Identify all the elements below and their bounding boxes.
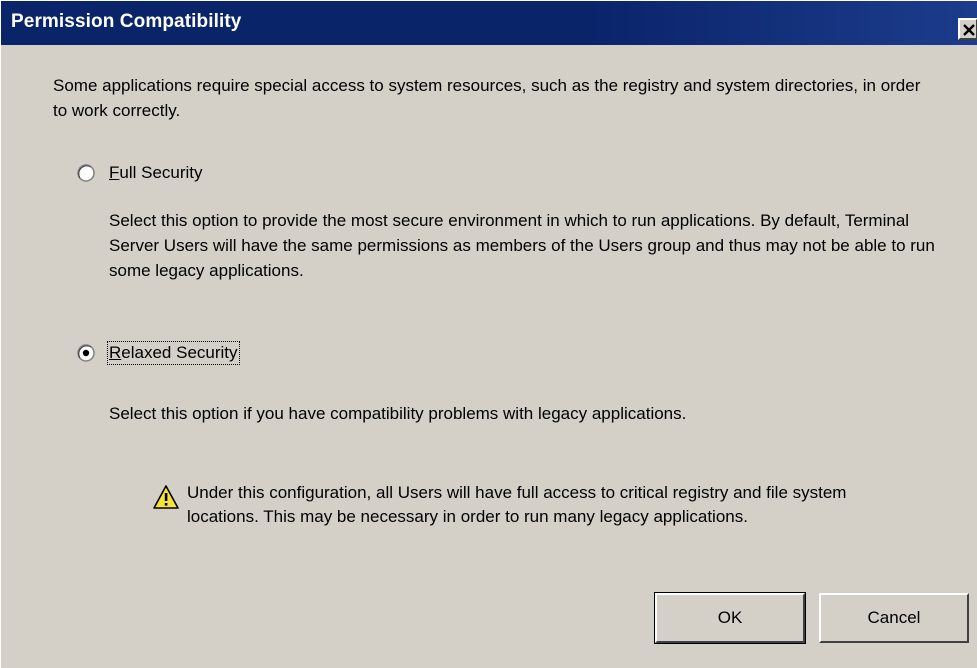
intro-text: Some applications require special access… <box>53 76 921 120</box>
relaxed-security-description: Select this option if you have compatibi… <box>109 404 687 423</box>
relaxed-security-radio[interactable] <box>77 344 95 362</box>
warning-text: Under this configuration, all Users will… <box>187 483 847 526</box>
full-security-option[interactable]: Full Security <box>77 163 203 183</box>
close-button[interactable] <box>958 18 977 40</box>
full-security-description: Select this option to provide the most s… <box>109 211 935 280</box>
ok-button[interactable]: OK <box>654 592 806 644</box>
dialog-title: Permission Compatibility <box>11 11 242 32</box>
title-bar[interactable]: Permission Compatibility <box>1 1 977 45</box>
permission-compatibility-dialog: Permission Compatibility Some applicatio… <box>0 0 977 668</box>
cancel-button[interactable]: Cancel <box>819 593 969 643</box>
relaxed-security-option[interactable]: Relaxed Security <box>77 341 240 365</box>
relaxed-security-label[interactable]: Relaxed Security <box>107 341 240 365</box>
close-icon <box>963 24 975 36</box>
full-security-radio[interactable] <box>77 164 95 182</box>
warning-icon <box>153 485 179 509</box>
full-security-label[interactable]: Full Security <box>109 163 203 183</box>
